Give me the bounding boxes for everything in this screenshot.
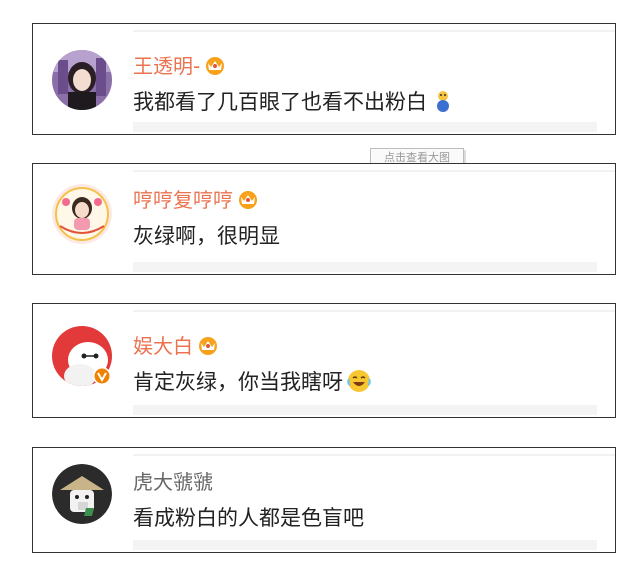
username-row: 哼哼复哼哼 bbox=[133, 184, 259, 213]
comment-text: 我都看了几百眼了也看不出粉白 bbox=[133, 90, 427, 114]
comment-text-row: 我都看了几百眼了也看不出粉白 bbox=[133, 86, 455, 116]
comment-card: 王透明- 我都看了几百眼了也看不出粉白 bbox=[32, 23, 616, 135]
card-bottom-divider bbox=[133, 540, 597, 550]
card-bottom-divider bbox=[133, 122, 597, 132]
doge-figure-icon bbox=[437, 91, 449, 112]
crown-badge-icon bbox=[206, 56, 225, 75]
avatar[interactable] bbox=[52, 464, 112, 524]
crown-badge-icon bbox=[239, 190, 257, 209]
username[interactable]: 娱大白 bbox=[133, 330, 193, 359]
user-avatar-baymax-verified-icon bbox=[52, 326, 112, 386]
username-row: 王透明- bbox=[133, 50, 226, 79]
comment-card: 虎大虢虢 看成粉白的人都是色盲吧 bbox=[32, 447, 616, 553]
card-top-divider bbox=[133, 170, 615, 172]
username[interactable]: 王透明- bbox=[133, 50, 200, 79]
comment-text: 看成粉白的人都是色盲吧 bbox=[133, 506, 364, 530]
avatar[interactable] bbox=[52, 326, 112, 386]
user-avatar-cartoon-icon bbox=[52, 464, 112, 524]
comment-text-row: 肯定灰绿，你当我瞎呀 bbox=[133, 366, 371, 396]
username-row: 娱大白 bbox=[133, 330, 219, 359]
avatar[interactable] bbox=[52, 184, 112, 244]
card-top-divider bbox=[133, 454, 615, 456]
card-top-divider bbox=[133, 310, 615, 312]
user-avatar-photo-icon bbox=[52, 50, 112, 110]
laughing-crying-icon bbox=[347, 370, 371, 392]
comment-card: 娱大白 肯定灰绿，你当我瞎呀 bbox=[32, 303, 616, 418]
comment-text-row: 看成粉白的人都是色盲吧 bbox=[133, 502, 364, 532]
comment-text-row: 灰绿啊，很明显 bbox=[133, 220, 280, 250]
avatar[interactable] bbox=[52, 50, 112, 110]
comment-card: 哼哼复哼哼 灰绿啊，很明显 bbox=[32, 163, 616, 275]
card-bottom-divider bbox=[133, 262, 597, 272]
username[interactable]: 哼哼复哼哼 bbox=[133, 184, 233, 213]
comment-text: 灰绿啊，很明显 bbox=[133, 224, 280, 248]
user-avatar-birthday-icon bbox=[52, 184, 112, 244]
crown-badge-icon bbox=[199, 336, 217, 355]
comment-text: 肯定灰绿，你当我瞎呀 bbox=[133, 370, 343, 394]
username[interactable]: 虎大虢虢 bbox=[133, 466, 213, 495]
card-top-divider bbox=[133, 30, 615, 32]
card-bottom-divider bbox=[133, 405, 597, 415]
username-row: 虎大虢虢 bbox=[133, 466, 213, 495]
